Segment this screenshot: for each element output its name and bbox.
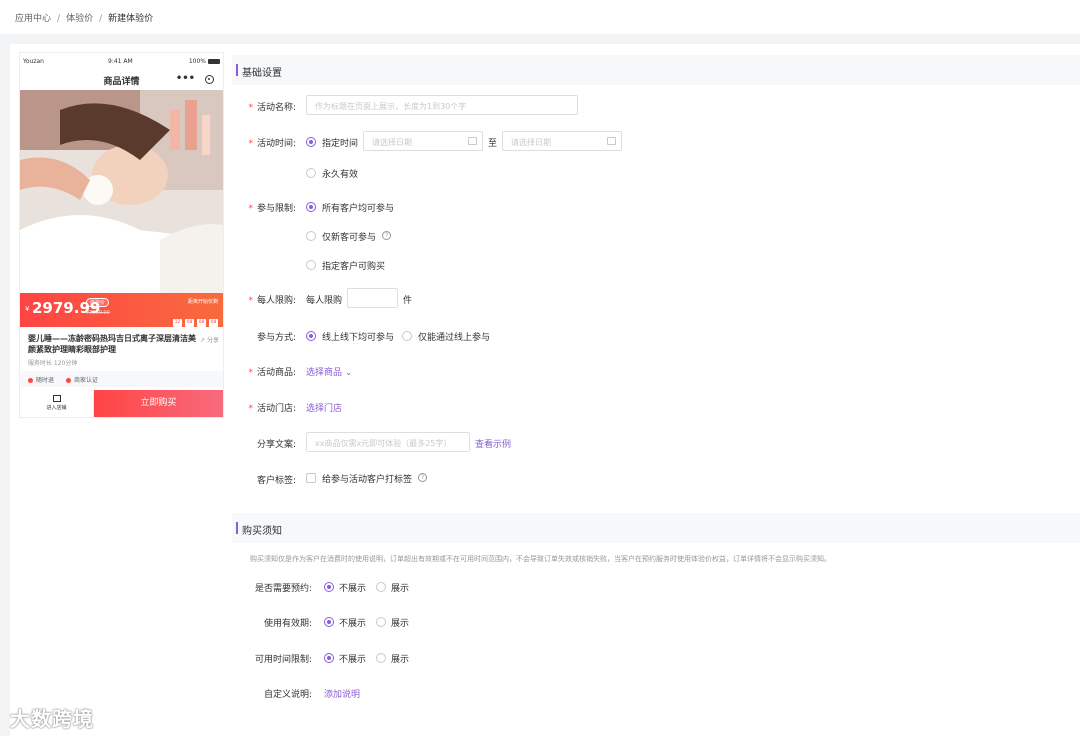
mode-both-radio[interactable] — [306, 331, 316, 341]
section-basic: 基础设置 — [232, 55, 1080, 85]
mode-both-label: 线上线下均可参与 — [322, 333, 395, 343]
shop-icon — [52, 395, 61, 402]
main-panel: Youzan 9:41 AM 100% 商品详情 ••• ¥ 2979.99 体… — [10, 44, 1080, 736]
calendar-icon — [468, 137, 477, 145]
section-accent-bar — [236, 64, 238, 76]
reserve-label: 是否需要预约: — [254, 584, 312, 594]
per-limit-suffix: 件 — [403, 296, 413, 306]
limit-new-label: 仅新客可参与 — [322, 233, 377, 243]
price-bar: ¥ 2979.99 体验价 ¥3000.00 距离开始仅剩 12 08 08 08 — [20, 293, 223, 327]
reserve-show-label: 展示 — [391, 584, 410, 594]
status-time: 9:41 AM — [108, 58, 133, 65]
check-icon — [28, 378, 33, 383]
limit-specified-radio[interactable] — [306, 260, 316, 270]
time-restrict-label: 可用时间限制: — [254, 655, 312, 665]
store-label: * 活动门店: — [248, 404, 296, 414]
check-icon — [66, 378, 71, 383]
tag-refund: 随时退 — [28, 375, 54, 384]
view-example-link[interactable]: 查看示例 — [475, 437, 511, 450]
time-restrict-hide-radio[interactable] — [324, 653, 334, 663]
countdown: 12 08 08 08 — [173, 319, 218, 327]
battery-icon — [208, 59, 220, 64]
service-tags: 随时退 商家认证 — [20, 371, 223, 387]
section-notice: 购买须知 — [232, 513, 1080, 543]
limit-label: * 参与限制: — [248, 204, 296, 214]
limit-specified-label: 指定客户可购买 — [322, 262, 386, 272]
per-limit-input[interactable] — [347, 288, 398, 308]
breadcrumb-current: 新建体验价 — [108, 14, 154, 24]
time-permanent-radio[interactable] — [306, 168, 316, 178]
time-permanent-label: 永久有效 — [322, 170, 359, 180]
watermark-logo: 大数跨境 — [10, 707, 94, 731]
breadcrumb: 应用中心 / 体验价 / 新建体验价 — [15, 14, 154, 24]
end-date-input[interactable]: 请选择日期 — [502, 131, 622, 151]
section-title-notice: 购买须知 — [242, 526, 282, 537]
date-to-label: 至 — [488, 139, 498, 149]
enter-shop-button[interactable]: 进入店铺 — [20, 390, 94, 417]
time-specified-radio[interactable] — [306, 137, 316, 147]
goods-label: * 活动商品: — [248, 368, 296, 378]
more-icon: ••• — [175, 73, 195, 84]
validity-hide-radio[interactable] — [324, 617, 334, 627]
top-bar: 应用中心 / 体验价 / 新建体验价 — [0, 0, 1080, 34]
time-restrict-hide-label: 不展示 — [339, 655, 367, 665]
phone-preview: Youzan 9:41 AM 100% 商品详情 ••• ¥ 2979.99 体… — [19, 52, 224, 418]
time-restrict-show-label: 展示 — [391, 655, 410, 665]
notice-description: 购买须知仅是作为客户在消费时的使用说明，订单超出有效期或不在可用时间范围内，不会… — [250, 555, 831, 563]
reserve-hide-label: 不展示 — [339, 584, 367, 594]
select-goods-link[interactable]: 选择商品 ⌄ — [306, 365, 352, 378]
customer-tag-text: 给参与活动客户打标签 — [322, 475, 413, 485]
record-icon — [205, 75, 214, 84]
mode-online-label: 仅能通过线上参与 — [418, 333, 491, 343]
phone-status-bar: Youzan 9:41 AM 100% — [20, 53, 223, 69]
limit-new-radio[interactable] — [306, 231, 316, 241]
help-icon[interactable]: ? — [382, 231, 391, 240]
limit-all-radio[interactable] — [306, 202, 316, 212]
price-symbol: ¥ — [25, 305, 30, 313]
validity-hide-label: 不展示 — [339, 619, 367, 629]
activity-name-input[interactable]: 作为标题在页面上展示，长度为1到30个字 — [306, 95, 578, 115]
validity-show-radio[interactable] — [376, 617, 386, 627]
carrier: Youzan — [23, 58, 44, 65]
phone-nav-bar: 商品详情 ••• — [20, 71, 223, 91]
time-label: * 活动时间: — [248, 139, 296, 149]
section-title-basic: 基础设置 — [242, 68, 282, 79]
reserve-hide-radio[interactable] — [324, 582, 334, 592]
per-limit-prefix: 每人限购 — [306, 296, 343, 306]
share-text-input[interactable]: xx商品仅需x元即可体验（最多25字） — [306, 432, 470, 452]
chevron-down-icon: ⌄ — [344, 368, 353, 378]
product-title: 婴儿睡——冻龄密码热玛吉日式离子深层清洁美颜紧致护理睛彩眼部护理 — [28, 334, 196, 354]
validity-label: 使用有效期: — [263, 619, 312, 629]
original-price: ¥3000.00 — [86, 310, 110, 316]
time-restrict-show-radio[interactable] — [376, 653, 386, 663]
name-label: * 活动名称: — [248, 103, 296, 113]
mode-online-radio[interactable] — [402, 331, 412, 341]
bottom-action-bar: 进入店铺 立即购买 — [20, 390, 223, 417]
customer-tag-checkbox[interactable] — [306, 473, 316, 483]
tag-certified: 商家认证 — [66, 375, 98, 384]
product-image — [20, 90, 223, 295]
reserve-show-radio[interactable] — [376, 582, 386, 592]
mode-label: 参与方式: — [256, 333, 296, 343]
battery: 100% — [189, 58, 220, 65]
help-icon[interactable]: ? — [418, 473, 427, 482]
add-description-link[interactable]: 添加说明 — [324, 687, 360, 700]
validity-show-label: 展示 — [391, 619, 410, 629]
service-duration: 服务时长 120分钟 — [28, 360, 78, 367]
price-tag: 体验价 — [86, 298, 110, 307]
share-text-label: 分享文案: — [256, 440, 296, 450]
customer-tag-label: 客户标签: — [256, 476, 296, 486]
custom-desc-label: 自定义说明: — [263, 690, 312, 700]
start-date-input[interactable]: 请选择日期 — [363, 131, 483, 151]
buy-now-button[interactable]: 立即购买 — [94, 390, 223, 417]
breadcrumb-trial-price[interactable]: 体验价 — [66, 14, 93, 24]
calendar-icon — [607, 137, 616, 145]
time-specified-label: 指定时间 — [322, 139, 359, 149]
breadcrumb-app-center[interactable]: 应用中心 — [15, 14, 51, 24]
select-store-link[interactable]: 选择门店 — [306, 401, 342, 414]
countdown-label: 距离开始仅剩 — [187, 299, 218, 305]
section-accent-bar — [236, 522, 238, 534]
limit-all-label: 所有客户均可参与 — [322, 204, 395, 214]
per-limit-label: * 每人限购: — [248, 296, 296, 306]
